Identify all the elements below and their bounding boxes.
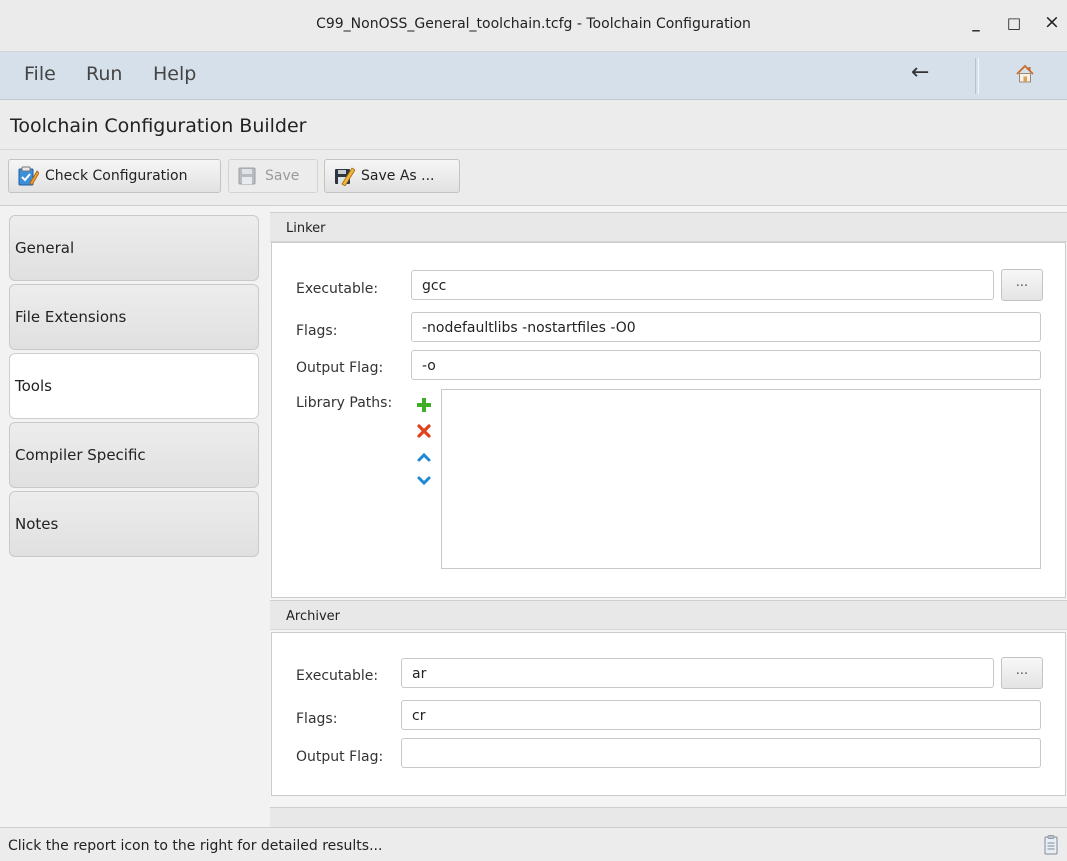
page-title: Toolchain Configuration Builder	[10, 115, 307, 137]
menu-bar: File Run Help ←	[0, 52, 1067, 100]
save-as-label: Save As ...	[361, 168, 435, 184]
tab-compiler-specific[interactable]: Compiler Specific	[9, 422, 259, 488]
tab-file-extensions[interactable]: File Extensions	[9, 284, 259, 350]
archiver-panel: Executable: ar ... Flags: cr Output Flag…	[271, 632, 1066, 796]
linker-panel: Executable: gcc ... Flags: -nodefaultlib…	[271, 242, 1066, 598]
add-path-icon[interactable]	[416, 397, 432, 413]
tab-general[interactable]: General	[9, 215, 259, 281]
linker-section-title: Linker	[286, 221, 326, 236]
status-text: Click the report icon to the right for d…	[8, 838, 383, 854]
linker-browse-button[interactable]: ...	[1001, 269, 1043, 301]
move-down-icon[interactable]	[416, 473, 432, 489]
check-configuration-label: Check Configuration	[45, 168, 188, 184]
back-arrow-icon[interactable]: ←	[911, 60, 929, 85]
move-up-icon[interactable]	[416, 449, 432, 465]
linker-flags-label: Flags:	[296, 323, 338, 339]
nav-separator	[975, 58, 979, 94]
menu-run[interactable]: Run	[86, 63, 122, 85]
linker-executable-label: Executable:	[296, 281, 379, 297]
save-as-icon	[333, 166, 356, 187]
save-disk-icon	[237, 166, 259, 186]
linker-output-flag-label: Output Flag:	[296, 360, 384, 376]
save-as-button[interactable]: Save As ...	[324, 159, 460, 193]
archiver-flags-field[interactable]: cr	[401, 700, 1041, 730]
archiver-executable-field[interactable]: ar	[401, 658, 994, 688]
archiver-section-title: Archiver	[286, 609, 340, 624]
maximize-button[interactable]: □	[1002, 14, 1026, 32]
library-paths-list[interactable]	[441, 389, 1041, 569]
next-section-header	[270, 807, 1067, 827]
tab-notes[interactable]: Notes	[9, 491, 259, 557]
tools-content: Linker Executable: gcc ... Flags: -nodef…	[270, 206, 1067, 827]
sidebar: General File Extensions Tools Compiler S…	[0, 206, 270, 827]
save-label: Save	[265, 168, 300, 184]
linker-executable-field[interactable]: gcc	[411, 270, 994, 300]
archiver-section-header: Archiver	[270, 600, 1067, 630]
check-configuration-button[interactable]: Check Configuration	[8, 159, 221, 193]
window-titlebar: C99_NonOSS_General_toolchain.tcfg - Tool…	[0, 0, 1067, 52]
remove-path-icon[interactable]	[416, 423, 432, 439]
clipboard-check-icon	[17, 166, 40, 186]
menu-help[interactable]: Help	[153, 63, 196, 85]
tab-tools[interactable]: Tools	[9, 353, 259, 419]
page-header: Toolchain Configuration Builder	[0, 100, 1067, 150]
archiver-flags-label: Flags:	[296, 711, 338, 727]
save-button[interactable]: Save	[228, 159, 318, 193]
menu-file[interactable]: File	[24, 63, 56, 85]
archiver-executable-label: Executable:	[296, 668, 379, 684]
close-button[interactable]: ×	[1040, 11, 1064, 33]
home-icon[interactable]	[1015, 64, 1035, 88]
linker-library-paths-label: Library Paths:	[296, 395, 393, 411]
linker-flags-field[interactable]: -nodefaultlibs -nostartfiles -O0	[411, 312, 1041, 342]
archiver-output-flag-field[interactable]	[401, 738, 1041, 768]
linker-output-flag-field[interactable]: -o	[411, 350, 1041, 380]
window-title: C99_NonOSS_General_toolchain.tcfg - Tool…	[316, 16, 751, 32]
minimize-button[interactable]: _	[964, 14, 988, 32]
toolbar: Check Configuration Save Save As ...	[0, 150, 1067, 206]
archiver-output-flag-label: Output Flag:	[296, 749, 384, 765]
status-bar: Click the report icon to the right for d…	[0, 827, 1067, 861]
linker-section-header: Linker	[270, 212, 1067, 242]
report-icon[interactable]	[1044, 835, 1058, 859]
archiver-browse-button[interactable]: ...	[1001, 657, 1043, 689]
